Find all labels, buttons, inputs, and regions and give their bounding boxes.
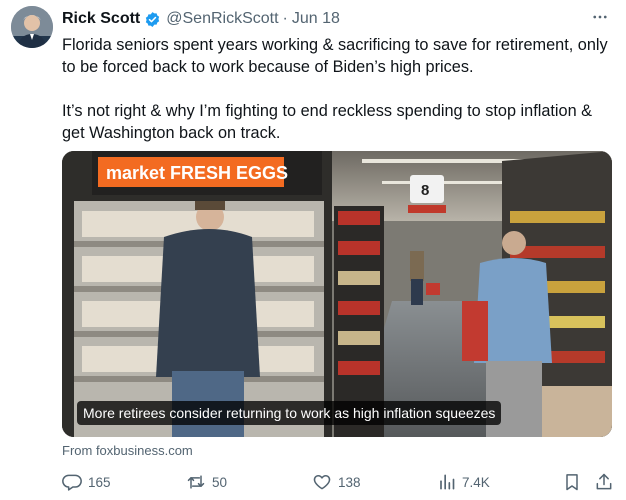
aisle-number: 8 xyxy=(421,182,429,199)
tweet-paragraph: Florida seniors spent years working & sa… xyxy=(62,36,608,76)
action-bar: 165 50 138 7.4K xyxy=(62,470,618,494)
author-name[interactable]: Rick Scott xyxy=(62,10,140,28)
share-icon[interactable] xyxy=(594,470,614,494)
link-card-title: More retirees consider returning to work… xyxy=(77,401,502,425)
views-count: 7.4K xyxy=(462,474,490,490)
header-separator: · xyxy=(282,10,288,27)
like-count: 138 xyxy=(338,474,361,490)
reply-button[interactable]: 165 xyxy=(62,470,111,494)
reply-icon xyxy=(62,472,82,492)
link-card-image[interactable]: market FRESH EGGS 8 More retirees consid… xyxy=(62,151,612,437)
link-source[interactable]: From foxbusiness.com xyxy=(62,443,193,458)
tweet-text: Florida seniors spent years working & sa… xyxy=(62,34,618,144)
grocery-store-photo: market FRESH EGGS 8 xyxy=(62,151,612,437)
more-options-icon[interactable] xyxy=(588,8,612,26)
tweet-paragraph: It’s not right & why I’m fighting to end… xyxy=(62,102,593,142)
repost-count: 50 xyxy=(212,474,228,490)
verified-badge-icon xyxy=(144,11,161,28)
views-icon xyxy=(436,472,456,492)
reply-count: 165 xyxy=(88,474,111,490)
like-button[interactable]: 138 xyxy=(312,470,361,494)
like-icon xyxy=(312,472,332,492)
repost-button[interactable]: 50 xyxy=(186,470,227,494)
store-sign: market FRESH EGGS xyxy=(106,163,288,183)
tweet-date[interactable]: Jun 18 xyxy=(292,10,340,28)
repost-icon xyxy=(186,472,206,492)
avatar[interactable] xyxy=(11,6,53,48)
tweet-header: Rick Scott @SenRickScott · Jun 18 xyxy=(62,8,340,30)
bookmark-icon[interactable] xyxy=(562,470,582,494)
views-button[interactable]: 7.4K xyxy=(436,470,490,494)
author-handle[interactable]: @SenRickScott xyxy=(166,10,278,28)
